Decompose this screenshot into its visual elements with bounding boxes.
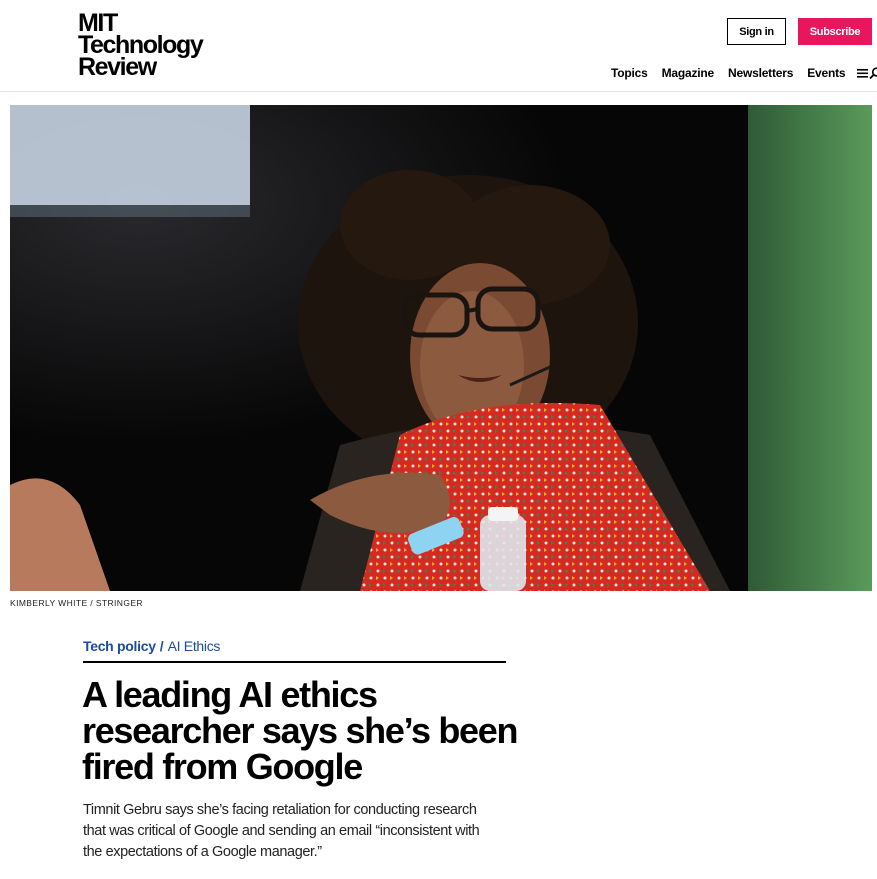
- menu-search-button[interactable]: [857, 66, 877, 80]
- search-icon: [869, 66, 877, 79]
- menu-icon: [857, 69, 869, 78]
- photo-credit: KIMBERLY WHITE / STRINGER: [10, 598, 143, 608]
- logo-line-3: Review: [78, 53, 157, 81]
- article-dek: Timnit Gebru says she’s facing retaliati…: [83, 802, 480, 860]
- sign-in-button[interactable]: Sign in: [727, 18, 786, 45]
- site-logo[interactable]: MIT Technology Review: [78, 11, 204, 81]
- subscribe-button[interactable]: Subscribe: [798, 18, 872, 45]
- site-header: MIT Technology Review Sign in Subscribe …: [0, 0, 877, 92]
- breadcrumb: Tech policy / AI Ethics: [83, 638, 506, 663]
- breadcrumb-separator: /: [159, 638, 164, 654]
- nav-topics[interactable]: Topics: [611, 66, 648, 80]
- nav-magazine[interactable]: Magazine: [662, 66, 715, 80]
- article-headline: A leading AI ethics researcher says she’…: [82, 674, 518, 787]
- nav-events[interactable]: Events: [807, 66, 845, 80]
- nav-newsletters[interactable]: Newsletters: [728, 66, 793, 80]
- topic-link[interactable]: Tech policy: [83, 638, 156, 654]
- hero-image: [10, 105, 872, 591]
- tag-link[interactable]: AI Ethics: [168, 638, 221, 654]
- main-nav: Topics Magazine Newsletters Events: [611, 66, 877, 80]
